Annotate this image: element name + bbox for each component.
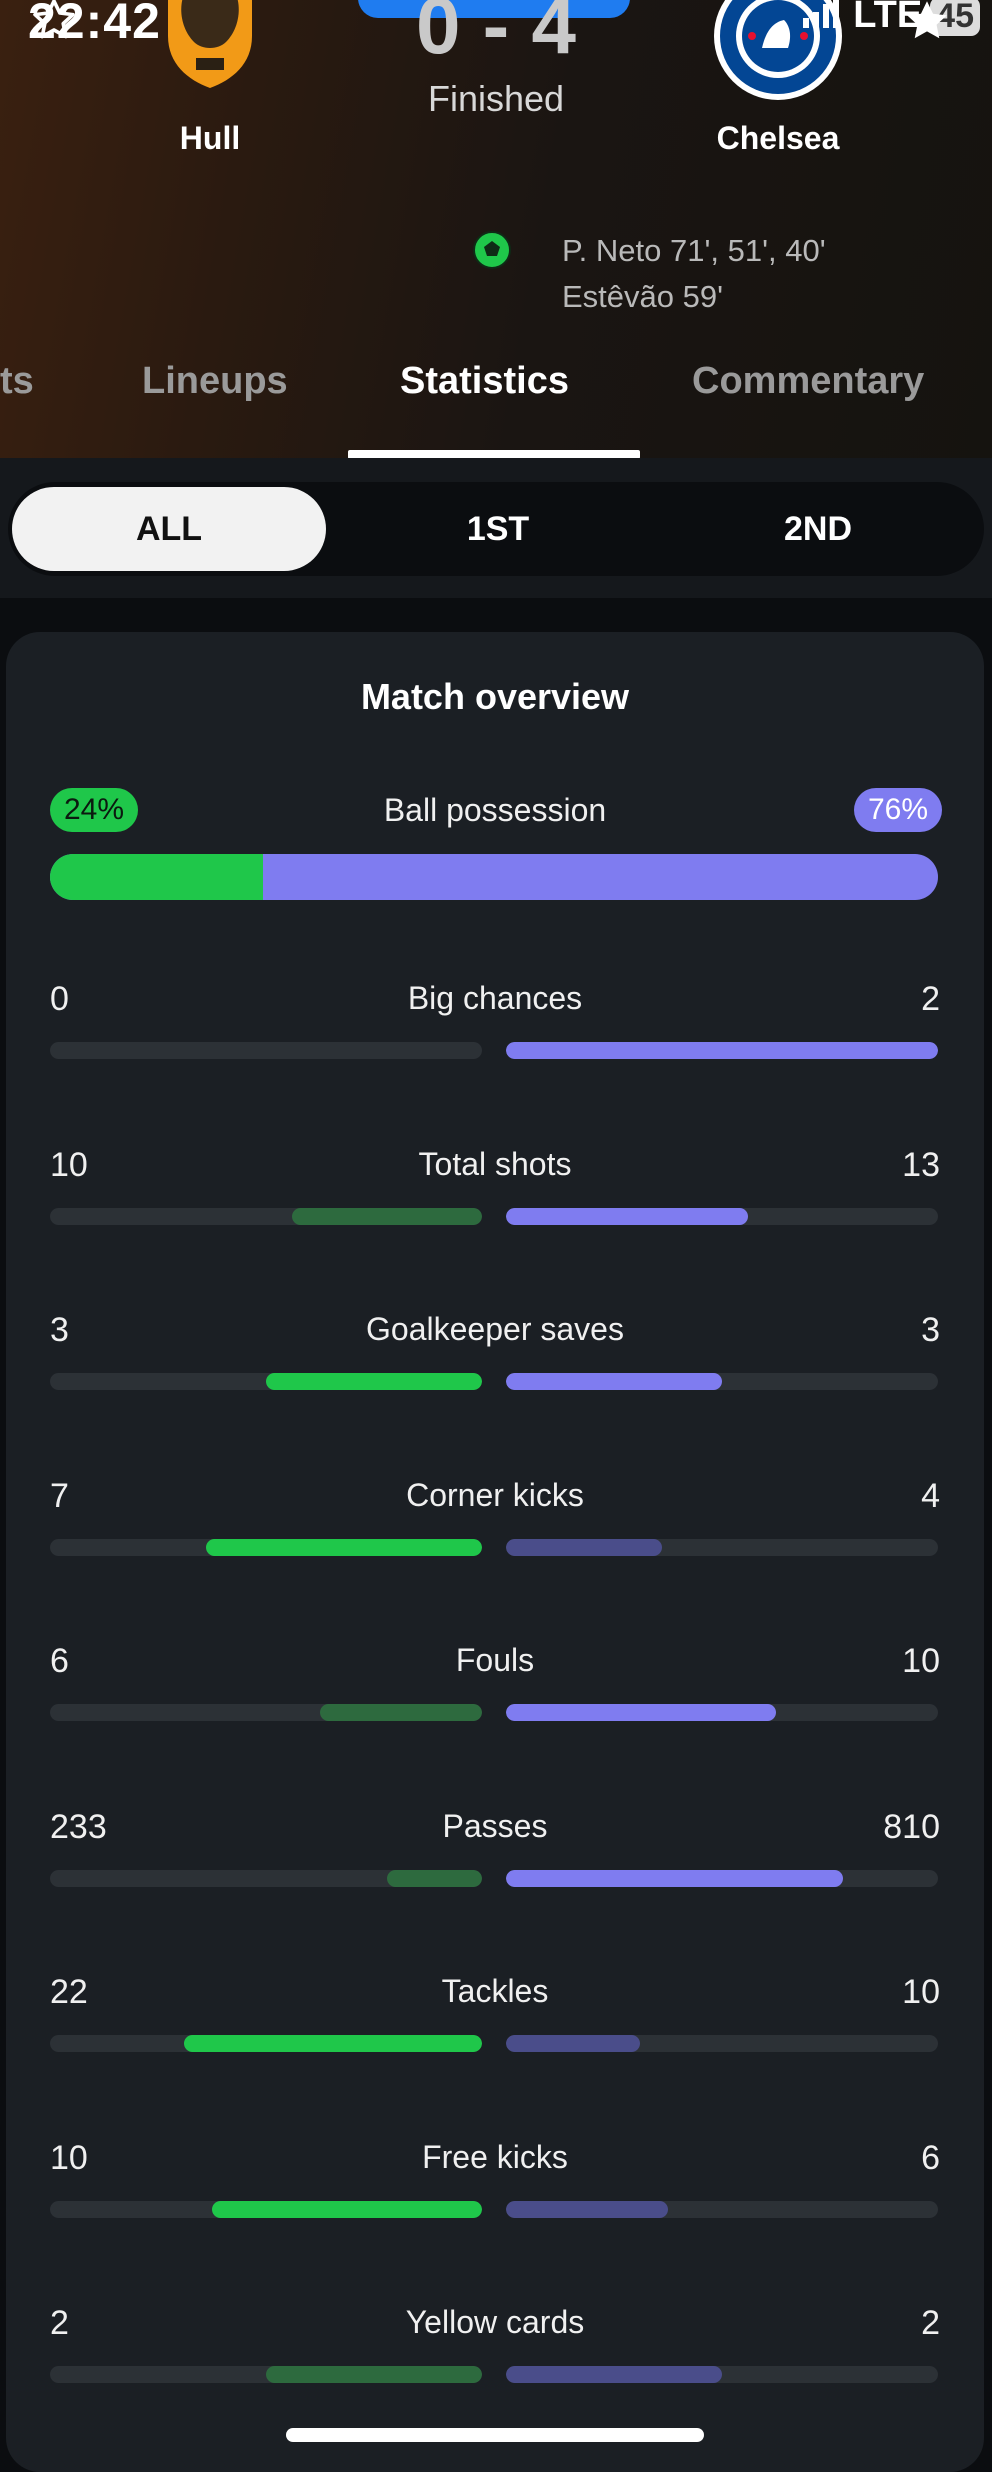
- match-tabs: ts Lineups Statistics Commentary: [0, 360, 992, 458]
- stat-home-bar: [50, 1704, 482, 1721]
- stat-home-bar-fill: [183, 2035, 482, 2052]
- period-all-button[interactable]: ALL: [12, 487, 326, 571]
- stat-home-bar: [50, 1373, 482, 1390]
- stat-away-bar: [506, 1373, 938, 1390]
- stat-away-bar-fill: [506, 2201, 668, 2218]
- stat-away-bar: [506, 2366, 938, 2383]
- stat-label: Yellow cards: [405, 2304, 585, 2340]
- stat-row: 7 Corner kicks 4: [6, 1477, 984, 1597]
- stat-label: Tackles: [441, 1973, 549, 2009]
- stat-away-value: 2: [921, 2304, 940, 2342]
- stat-away-bar-fill: [506, 2035, 640, 2052]
- stat-away-value: 13: [902, 1146, 940, 1184]
- stat-away-bar: [506, 1208, 938, 1225]
- football-icon: [472, 230, 512, 270]
- match-header: 22:42 0 - 4 Finished LTE 45 Hull Chelsea…: [0, 0, 992, 458]
- period-filter-bar: ALL 1ST 2ND: [0, 458, 992, 598]
- stat-away-bar-fill: [506, 1539, 662, 1556]
- stat-home-bar-fill: [266, 2366, 482, 2383]
- stat-away-bar: [506, 2035, 938, 2052]
- stat-away-bar-fill: [506, 1704, 776, 1721]
- stat-row: 22 Tackles 10: [6, 1973, 984, 2093]
- stat-away-bar-fill: [506, 1373, 722, 1390]
- stat-away-value: 10: [902, 1973, 940, 2011]
- home-indicator: [286, 2428, 704, 2442]
- stat-home-bar-fill: [212, 2201, 482, 2218]
- match-status: Finished: [427, 78, 565, 119]
- home-team-name[interactable]: Hull: [130, 120, 290, 157]
- stat-row: 10 Total shots 13: [6, 1146, 984, 1266]
- away-team-name[interactable]: Chelsea: [678, 120, 878, 157]
- tab-commentary[interactable]: Commentary: [692, 360, 924, 403]
- period-segmented-control: ALL 1ST 2ND: [8, 482, 984, 576]
- stat-label: Big chances: [407, 980, 583, 1016]
- stat-away-value: 810: [883, 1808, 940, 1846]
- period-first-half-button[interactable]: 1ST: [348, 482, 648, 576]
- stat-away-bar: [506, 1042, 938, 1059]
- stat-home-bar-fill: [266, 1373, 482, 1390]
- stat-label: Corner kicks: [406, 1477, 584, 1513]
- hull-crest-icon[interactable]: [162, 0, 258, 88]
- stat-row: 3 Goalkeeper saves 3: [6, 1311, 984, 1431]
- match-score: 0 - 4: [415, 0, 577, 70]
- possession-home-fill: [50, 854, 264, 900]
- stat-away-bar: [506, 1704, 938, 1721]
- stat-row: 2 Yellow cards 2: [6, 2304, 984, 2424]
- goal-scorers: P. Neto 71', 51', 40' Estêvão 59': [562, 228, 826, 320]
- away-possession-badge: 76%: [853, 788, 942, 832]
- tab-statistics[interactable]: Statistics: [400, 360, 569, 403]
- stat-home-bar: [50, 2035, 482, 2052]
- status-indicators: LTE 45: [803, 0, 980, 38]
- stat-away-bar-fill: [506, 1870, 843, 1887]
- stat-row: 0 Big chances 2: [6, 980, 984, 1100]
- stat-home-bar: [50, 2201, 482, 2218]
- scorer-line: Estêvão 59': [562, 279, 724, 314]
- stat-away-value: 2: [921, 980, 940, 1018]
- tab-lineups[interactable]: Lineups: [142, 360, 288, 403]
- stat-away-value: 4: [921, 1477, 940, 1515]
- stat-away-bar: [506, 1870, 938, 1887]
- period-second-half-button[interactable]: 2ND: [668, 482, 968, 576]
- stat-label: Total shots: [418, 1146, 572, 1182]
- stat-away-value: 10: [902, 1642, 940, 1680]
- possession-bar: [50, 854, 938, 900]
- stat-home-bar-fill: [386, 1870, 482, 1887]
- stat-away-value: 3: [921, 1311, 940, 1349]
- status-time: 22:42: [28, 0, 161, 49]
- stat-away-bar: [506, 2201, 938, 2218]
- scorer-line: P. Neto 71', 51', 40': [562, 233, 826, 268]
- stat-home-bar: [50, 1870, 482, 1887]
- stat-row: 233 Passes 810: [6, 1808, 984, 1928]
- stat-home-bar: [50, 1208, 482, 1225]
- active-tab-indicator: [348, 450, 640, 458]
- possession-label: Ball possession: [383, 792, 607, 828]
- stat-label: Passes: [442, 1808, 548, 1844]
- stat-label: Fouls: [455, 1642, 535, 1678]
- stat-home-bar: [50, 1539, 482, 1556]
- stat-home-bar-fill: [205, 1539, 482, 1556]
- stat-label: Free kicks: [422, 2139, 568, 2175]
- signal-icon: [803, 0, 843, 38]
- stat-home-bar: [50, 2366, 482, 2383]
- stat-row: 10 Free kicks 6: [6, 2139, 984, 2259]
- stat-away-bar-fill: [506, 1208, 748, 1225]
- stat-label: Goalkeeper saves: [366, 1311, 624, 1347]
- stat-home-bar: [50, 1042, 482, 1059]
- tab-events[interactable]: ts: [0, 360, 34, 403]
- stat-away-bar-fill: [506, 1042, 938, 1059]
- stat-home-bar-fill: [320, 1704, 482, 1721]
- stat-away-value: 6: [921, 2139, 940, 2177]
- stat-row: 6 Fouls 10: [6, 1642, 984, 1762]
- match-overview-card: Match overview 24% Ball possession 76% 0…: [6, 632, 984, 2472]
- stat-away-bar: [506, 1539, 938, 1556]
- card-title: Match overview: [360, 676, 630, 717]
- favorite-away-star-icon[interactable]: [902, 0, 952, 51]
- stat-away-bar-fill: [506, 2366, 722, 2383]
- stat-home-bar-fill: [291, 1208, 482, 1225]
